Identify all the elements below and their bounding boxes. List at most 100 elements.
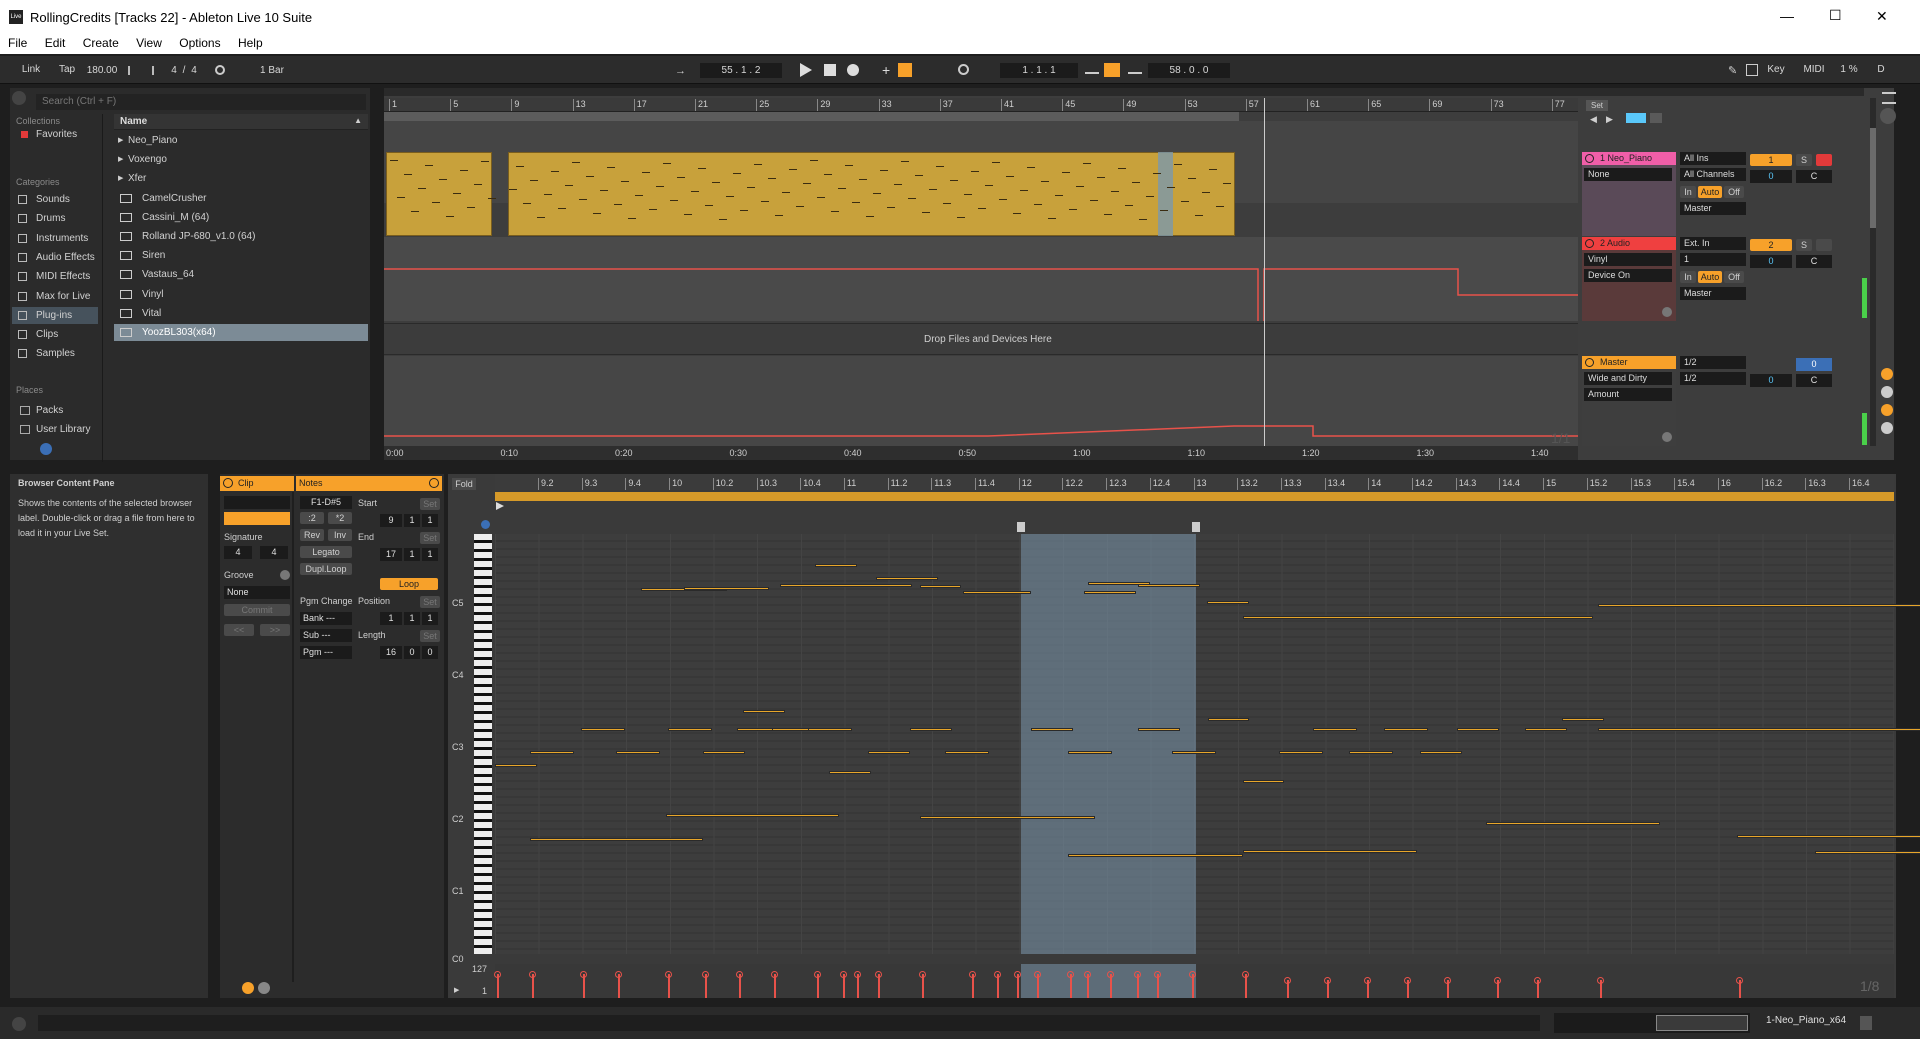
velocity-dot[interactable]: [1189, 971, 1196, 978]
velocity-dot[interactable]: [814, 971, 821, 978]
velocity-selection[interactable]: [1021, 964, 1196, 998]
position-sixteenth[interactable]: 1: [422, 612, 438, 625]
quantize-menu[interactable]: 1 Bar: [252, 63, 292, 78]
velocity-dot[interactable]: [1494, 977, 1501, 984]
clip-header[interactable]: Clip: [220, 476, 294, 491]
clip-signature-denominator[interactable]: 4: [260, 546, 288, 559]
record-arm-icon[interactable]: [1816, 239, 1832, 251]
loop-switch-icon[interactable]: [1104, 63, 1120, 77]
clip-name-field[interactable]: [224, 496, 290, 509]
song-position[interactable]: 55 . 1 . 2: [700, 63, 782, 78]
velocity-dot[interactable]: [1034, 971, 1041, 978]
groove-next-button[interactable]: >>: [260, 624, 290, 636]
info-toggle-icon[interactable]: [12, 1017, 26, 1031]
midi-note[interactable]: [1084, 591, 1136, 594]
duplicate-loop-button[interactable]: Dupl.Loop: [300, 563, 352, 575]
search-input[interactable]: Search (Ctrl + F): [36, 94, 366, 110]
velocity-dot[interactable]: [1134, 971, 1141, 978]
midi-note[interactable]: [581, 728, 625, 731]
device-chooser[interactable]: Wide and Dirty: [1584, 372, 1672, 385]
input-type-menu[interactable]: All Ins: [1680, 152, 1746, 165]
loop-bar[interactable]: [495, 492, 1894, 501]
midi-note[interactable]: [1172, 751, 1216, 754]
list-item[interactable]: Siren: [114, 247, 368, 264]
overview-viewport[interactable]: [1656, 1015, 1748, 1031]
mixer-toggle-icon[interactable]: [1881, 404, 1893, 416]
commit-button[interactable]: Commit: [224, 604, 290, 616]
metronome-bars-icon[interactable]: [128, 66, 154, 75]
midi-clip[interactable]: [508, 152, 1235, 236]
io-toggle-icon[interactable]: [1881, 368, 1893, 380]
lock-icon[interactable]: [1650, 113, 1662, 123]
start-bar[interactable]: 9: [380, 514, 402, 527]
metronome-icon[interactable]: [215, 65, 225, 75]
velocity-dot[interactable]: [840, 971, 847, 978]
master-cue-field[interactable]: 0: [1796, 358, 1832, 371]
browser-toggle-icon[interactable]: [12, 91, 26, 105]
draw-mode-icon[interactable]: ✎: [1728, 64, 1737, 77]
return-toggle-icon[interactable]: [1881, 386, 1893, 398]
name-column-header[interactable]: Name ▲: [114, 114, 368, 130]
pan-field[interactable]: C: [1796, 255, 1832, 268]
midi-note[interactable]: [1525, 728, 1567, 731]
list-item[interactable]: Vital: [114, 305, 368, 322]
menu-options[interactable]: Options: [179, 36, 220, 50]
track-name[interactable]: 2 Audio: [1582, 237, 1676, 250]
monitor-off-button[interactable]: Off: [1724, 271, 1744, 283]
input-channel-menu[interactable]: All Channels: [1680, 168, 1746, 181]
velocity-dot[interactable]: [494, 971, 501, 978]
midi-note[interactable]: [808, 728, 852, 731]
velocity-dot[interactable]: [529, 971, 536, 978]
menu-lines-icon[interactable]: [1882, 92, 1896, 104]
midi-note[interactable]: [1138, 584, 1200, 587]
loop-brace[interactable]: [384, 112, 1239, 121]
length-set-button[interactable]: Set: [420, 630, 440, 642]
sort-arrow-icon[interactable]: ▲: [354, 116, 362, 125]
position-set-button[interactable]: Set: [420, 596, 440, 608]
set-button[interactable]: Set: [1586, 100, 1608, 111]
velocity-dot[interactable]: [1404, 977, 1411, 984]
midi-note[interactable]: [1243, 780, 1284, 783]
pan-field[interactable]: C: [1796, 170, 1832, 183]
prev-locator-icon[interactable]: ◀: [1590, 114, 1597, 125]
punch-in-icon[interactable]: [1085, 66, 1099, 74]
scroll-thumb[interactable]: [1870, 128, 1876, 228]
velocity-dot[interactable]: [919, 971, 926, 978]
sub-field[interactable]: Sub ---: [300, 629, 352, 642]
double-speed-button[interactable]: *2: [328, 512, 352, 524]
midi-map-button[interactable]: MIDI: [1800, 63, 1828, 78]
velocity-dot[interactable]: [580, 971, 587, 978]
groove-hot-swap-icon[interactable]: [280, 570, 290, 580]
monitor-auto-button[interactable]: Auto: [1698, 186, 1722, 198]
automation-line-master[interactable]: [384, 356, 1578, 446]
loop-length[interactable]: 58 . 0 . 0: [1148, 63, 1230, 78]
device-chooser[interactable]: Vinyl: [1584, 253, 1672, 266]
midi-note[interactable]: [684, 587, 769, 590]
computer-keyboard-icon[interactable]: [1746, 64, 1758, 76]
velocity-dot[interactable]: [1067, 971, 1074, 978]
clip-selection[interactable]: [1158, 152, 1173, 236]
midi-note[interactable]: [616, 751, 660, 754]
midi-note[interactable]: [1207, 601, 1249, 604]
midi-note[interactable]: [1243, 616, 1593, 619]
midi-note[interactable]: [815, 564, 857, 567]
midi-note[interactable]: [1486, 822, 1660, 825]
automation-line-track-2[interactable]: [384, 237, 1578, 321]
volume-field[interactable]: 0: [1750, 170, 1792, 183]
velocity-dot[interactable]: [1242, 971, 1249, 978]
midi-note[interactable]: [1208, 718, 1249, 721]
bank-field[interactable]: Bank ---: [300, 612, 352, 625]
velocity-dot[interactable]: [1284, 977, 1291, 984]
midi-clip[interactable]: [386, 152, 492, 236]
folder-chevron-icon[interactable]: ▶: [118, 155, 123, 163]
punch-out-icon[interactable]: [1128, 66, 1142, 74]
list-item[interactable]: Xfer: [114, 170, 368, 187]
minimize-button[interactable]: —: [1780, 8, 1794, 24]
fold-button[interactable]: Fold: [452, 478, 476, 490]
velocity-dot[interactable]: [1154, 971, 1161, 978]
track-name[interactable]: 1 Neo_Piano: [1582, 152, 1676, 165]
fold-tracks-icon[interactable]: [1626, 113, 1646, 123]
start-beat[interactable]: 1: [404, 514, 420, 527]
midi-note[interactable]: [1313, 728, 1357, 731]
loop-start[interactable]: 1 . 1 . 1: [1000, 63, 1078, 78]
